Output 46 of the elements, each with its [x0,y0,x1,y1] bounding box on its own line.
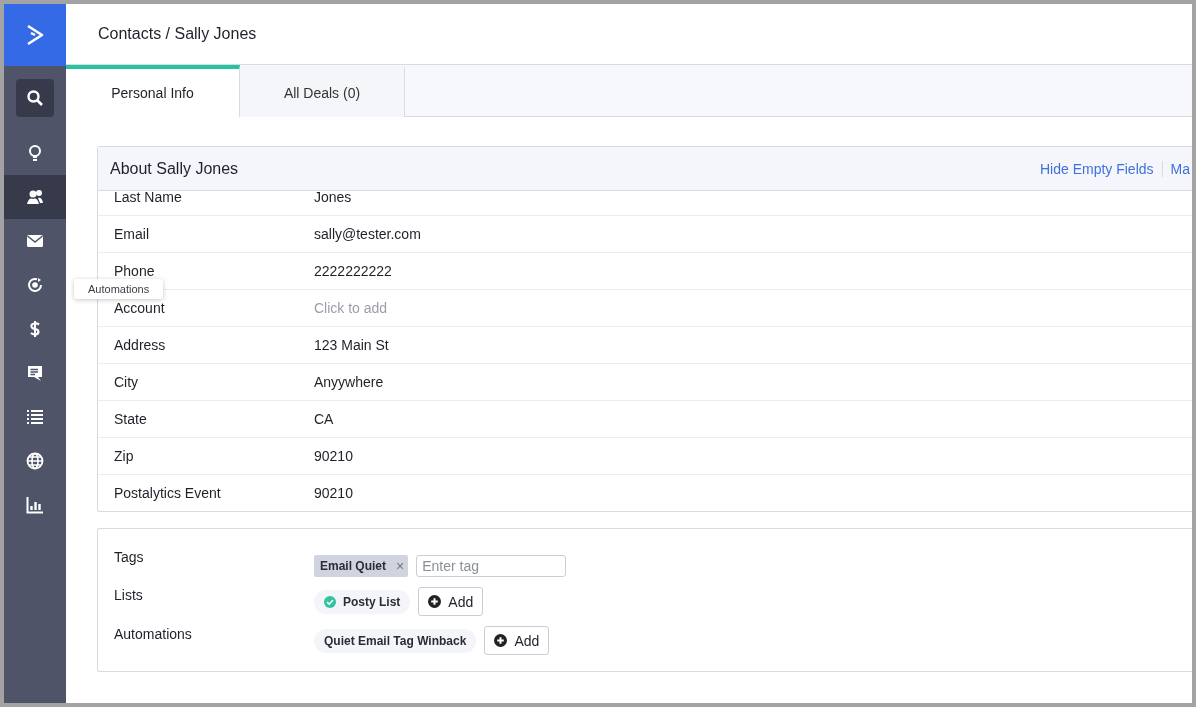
field-label: Lists [114,587,144,603]
tab[interactable]: All Deals (0) [240,65,405,117]
field-label: City [113,374,140,390]
field-label: Postalytics Event [113,485,222,501]
globe-icon [26,452,44,470]
tag-label: Email Quiet [320,559,387,573]
add-button[interactable]: Add [418,587,484,616]
field-label: Phone [113,263,156,279]
field-label: State [113,411,148,427]
plus-circle-icon [428,595,442,608]
field-value[interactable]: 90210 [314,448,353,464]
automation-chip: Quiet Email Tag Winback [314,628,477,653]
add-button[interactable]: Add [484,626,550,655]
field-value[interactable]: 2222222222 [314,263,392,279]
field-value[interactable]: sally@tester.com [314,226,421,242]
tooltip: Automations [74,279,164,299]
field-label: Account [113,300,166,316]
logo[interactable] [4,4,66,66]
tab[interactable]: Personal Info [66,65,240,117]
list-icon [26,408,44,426]
chat-bubble-icon [26,364,44,382]
envelope-icon [26,232,44,250]
field-value[interactable]: CA [314,411,334,427]
field-label: Last Name [113,191,183,205]
plus-circle-icon [494,634,508,647]
nav-item[interactable] [4,175,66,219]
field-value[interactable]: Anyywhere [314,374,384,390]
list-name: Posty List [343,594,401,609]
lightbulb-icon [26,144,44,162]
field-label: Automations [114,626,193,642]
field-label: Zip [113,448,135,464]
people-icon [26,188,44,206]
tag-input[interactable]: Enter tag [416,555,567,577]
panel-link[interactable]: Hide Empty Fields [1039,160,1154,177]
field-label: Tags [114,548,145,565]
panel-title: About Sally Jones [110,159,239,178]
field-value[interactable]: Jones [314,191,352,205]
field-value[interactable]: 90210 [314,485,353,501]
field-label: Email [113,226,150,242]
bar-chart-icon [26,496,44,514]
panel-link[interactable]: Ma [1170,160,1190,177]
breadcrumb: Contacts / Sally Jones [98,25,257,43]
search-icon [26,89,44,107]
field-label: Address [113,337,167,353]
search-button[interactable] [16,79,54,117]
field-value[interactable]: 123 Main St [314,337,389,353]
